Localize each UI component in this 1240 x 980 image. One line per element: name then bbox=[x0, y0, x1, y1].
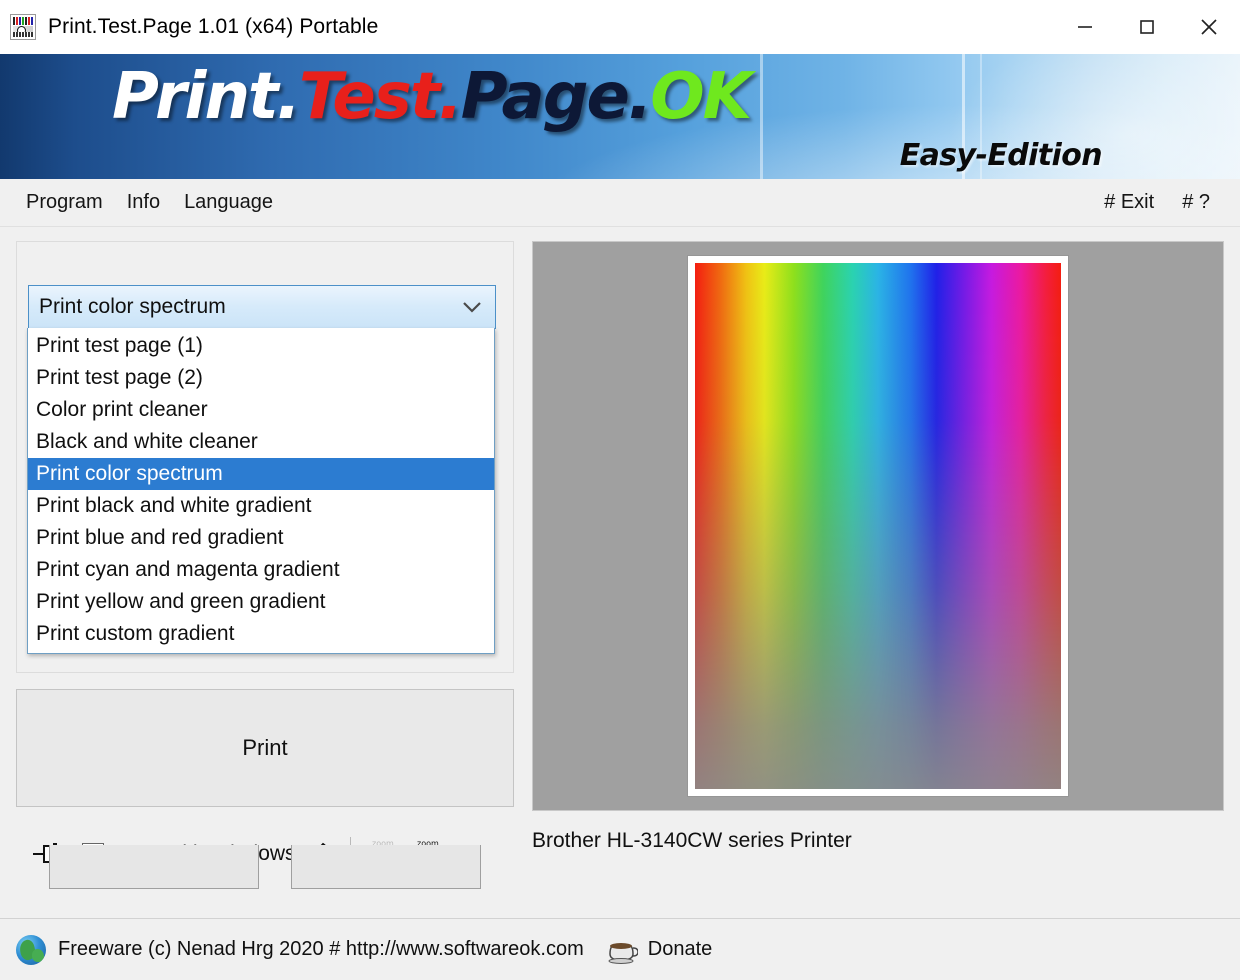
title-bar: Print.Test.Page 1.01 (x64) Portable bbox=[0, 0, 1240, 54]
menu-item-help[interactable]: # ? bbox=[1168, 187, 1224, 218]
menu-item-info[interactable]: Info bbox=[115, 187, 172, 218]
menu-item-exit[interactable]: # Exit bbox=[1090, 187, 1168, 218]
dropdown-option-8[interactable]: Print yellow and green gradient bbox=[28, 586, 494, 618]
minimize-button[interactable] bbox=[1054, 0, 1116, 54]
edition-label: Easy-Edition bbox=[899, 138, 1103, 173]
window-title: Print.Test.Page 1.01 (x64) Portable bbox=[48, 15, 379, 38]
close-button[interactable] bbox=[1178, 0, 1240, 54]
menu-item-language[interactable]: Language bbox=[172, 187, 285, 218]
color-spectrum-preview bbox=[695, 263, 1061, 789]
menu-item-program[interactable]: Program bbox=[14, 187, 115, 218]
dropdown-option-9[interactable]: Print custom gradient bbox=[28, 618, 494, 650]
logo-ok: OK bbox=[650, 60, 752, 134]
left-panel: Print color spectrum Print test page (1)… bbox=[16, 241, 514, 918]
dropdown-option-1[interactable]: Print test page (2) bbox=[28, 362, 494, 394]
globe-icon bbox=[16, 934, 46, 965]
print-button[interactable]: Print bbox=[16, 689, 514, 807]
preview-paper bbox=[688, 256, 1068, 796]
app-icon bbox=[10, 14, 36, 40]
dropdown-option-0[interactable]: Print test page (1) bbox=[28, 330, 494, 362]
dropdown-option-2[interactable]: Color print cleaner bbox=[28, 394, 494, 426]
status-bar: Freeware (c) Nenad Hrg 2020 # http://www… bbox=[0, 918, 1240, 980]
print-mode-combobox[interactable]: Print color spectrum bbox=[28, 285, 496, 329]
banner-divider-1 bbox=[760, 54, 763, 179]
maximize-button[interactable] bbox=[1116, 0, 1178, 54]
logo-test: Test. bbox=[298, 60, 463, 134]
menu-bar: Program Info Language # Exit # ? bbox=[0, 179, 1240, 227]
hidden-button-left[interactable] bbox=[49, 845, 259, 889]
dropdown-option-5[interactable]: Print black and white gradient bbox=[28, 490, 494, 522]
combobox-selected-value: Print color spectrum bbox=[39, 295, 226, 318]
app-banner: Print.Test.Page.OK Easy-Edition bbox=[0, 54, 1240, 179]
logo-print: Print. bbox=[112, 60, 301, 134]
hidden-button-right[interactable] bbox=[291, 845, 481, 889]
print-preview-area[interactable] bbox=[532, 241, 1224, 811]
coffee-cup-icon[interactable] bbox=[606, 936, 638, 964]
menu-bar-right: # Exit # ? bbox=[1090, 187, 1224, 218]
main-content: Print color spectrum Print test page (1)… bbox=[0, 227, 1240, 918]
dropdown-option-7[interactable]: Print cyan and magenta gradient bbox=[28, 554, 494, 586]
app-window: Print.Test.Page 1.01 (x64) Portable Prin… bbox=[0, 0, 1240, 980]
dropdown-option-4[interactable]: Print color spectrum bbox=[28, 458, 494, 490]
logo-page: Page. bbox=[460, 60, 653, 134]
preview-panel: Brother HL-3140CW series Printer bbox=[532, 241, 1224, 918]
chevron-down-icon[interactable] bbox=[459, 300, 485, 314]
donate-label[interactable]: Donate bbox=[648, 938, 713, 961]
dropdown-option-3[interactable]: Black and white cleaner bbox=[28, 426, 494, 458]
window-controls bbox=[1054, 0, 1240, 54]
printer-name-label: Brother HL-3140CW series Printer bbox=[532, 829, 852, 852]
dropdown-option-6[interactable]: Print blue and red gradient bbox=[28, 522, 494, 554]
print-mode-dropdown-list[interactable]: Print test page (1) Print test page (2) … bbox=[27, 328, 495, 654]
freeware-credit-text[interactable]: Freeware (c) Nenad Hrg 2020 # http://www… bbox=[58, 938, 584, 961]
app-logo: Print.Test.Page.OK bbox=[112, 60, 752, 134]
